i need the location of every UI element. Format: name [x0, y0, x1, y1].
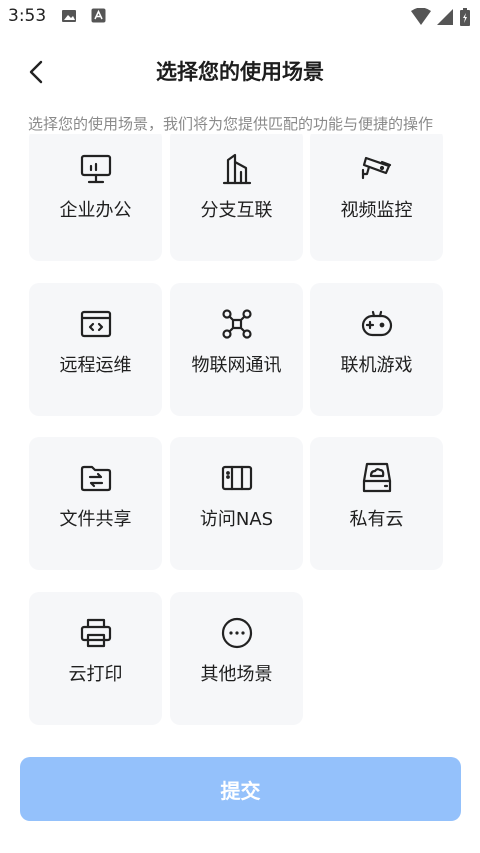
- network-nodes-icon: [170, 307, 303, 341]
- cloud-drive-icon: [310, 461, 443, 495]
- monitor-icon: [29, 152, 162, 186]
- scenario-card-other[interactable]: 其他场景: [170, 592, 303, 725]
- scenario-label: 物联网通讯: [191, 355, 282, 376]
- scenario-grid: 企业办公 分支互联 视频监控 远程运维 物联网通讯 联机游戏 文件共享 访问NA…: [0, 134, 480, 734]
- scenario-card-online-gaming[interactable]: 联机游戏: [310, 283, 443, 416]
- scenario-label: 视频监控: [340, 200, 413, 221]
- scenario-label: 私有云: [349, 509, 404, 530]
- printer-icon: [29, 616, 162, 650]
- status-bar: 3:53: [0, 0, 480, 34]
- signal-icon: [436, 8, 454, 30]
- scenario-card-access-nas[interactable]: 访问NAS: [170, 437, 303, 570]
- scenario-card-file-sharing[interactable]: 文件共享: [29, 437, 162, 570]
- status-time: 3:53: [8, 6, 47, 26]
- wifi-icon: [410, 7, 432, 30]
- scenario-label: 云打印: [68, 664, 123, 685]
- submit-button[interactable]: 提交: [20, 757, 461, 821]
- app-notification-icon: [91, 8, 106, 27]
- scenario-label: 访问NAS: [199, 509, 274, 530]
- folder-share-icon: [29, 461, 162, 495]
- scenario-label: 文件共享: [59, 509, 132, 530]
- scenario-card-remote-ops[interactable]: 远程运维: [29, 283, 162, 416]
- page-title: 选择您的使用场景: [156, 60, 324, 84]
- nas-icon: [170, 461, 303, 495]
- image-notification-icon: [61, 8, 77, 28]
- building-icon: [170, 152, 303, 186]
- scenario-label: 联机游戏: [340, 355, 413, 376]
- scenario-card-enterprise-office[interactable]: 企业办公: [29, 134, 162, 261]
- scenario-label: 分支互联: [200, 200, 273, 221]
- scenario-card-iot-communication[interactable]: 物联网通讯: [170, 283, 303, 416]
- header: 选择您的使用场景: [0, 50, 480, 94]
- battery-icon: [460, 8, 470, 30]
- scenario-label: 其他场景: [200, 664, 273, 685]
- scenario-card-private-cloud[interactable]: 私有云: [310, 437, 443, 570]
- more-icon: [170, 616, 303, 650]
- subtitle: 选择您的使用场景，我们将为您提供匹配的功能与便捷的操作: [28, 115, 434, 133]
- scenario-card-video-surveillance[interactable]: 视频监控: [310, 134, 443, 261]
- code-window-icon: [29, 307, 162, 341]
- scenario-label: 远程运维: [59, 355, 132, 376]
- scenario-card-cloud-printing[interactable]: 云打印: [29, 592, 162, 725]
- gamepad-icon: [310, 307, 443, 341]
- cctv-camera-icon: [310, 152, 443, 186]
- scenario-card-branch-interconnect[interactable]: 分支互联: [170, 134, 303, 261]
- scenario-label: 企业办公: [59, 200, 132, 221]
